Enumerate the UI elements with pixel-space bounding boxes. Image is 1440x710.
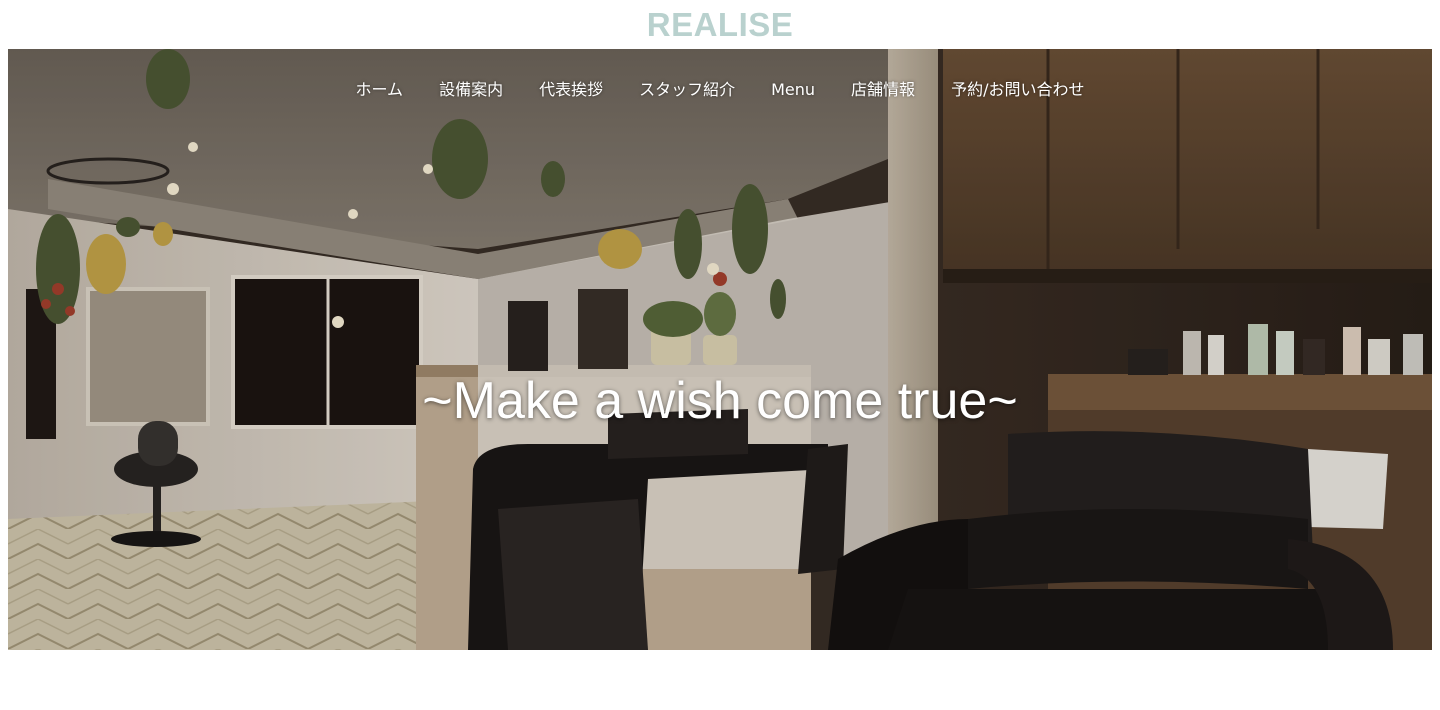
nav-item-home[interactable]: ホーム (338, 79, 422, 101)
global-nav: ホーム 設備案内 代表挨拶 スタッフ紹介 Menu 店舗情報 予約/お問い合わせ (8, 79, 1432, 101)
brand-logo[interactable]: REALISE (647, 8, 794, 41)
nav-item-greeting[interactable]: 代表挨拶 (521, 79, 621, 101)
nav-item-facilities[interactable]: 設備案内 (421, 79, 521, 101)
hero-tagline: ~Make a wish come true~ (422, 372, 1018, 430)
site-header: REALISE (0, 0, 1440, 49)
nav-item-staff[interactable]: スタッフ紹介 (621, 79, 753, 101)
nav-item-menu[interactable]: Menu (753, 79, 833, 101)
salon-interior-photo (8, 49, 1432, 650)
nav-item-shop-info[interactable]: 店舗情報 (833, 79, 933, 101)
nav-item-contact[interactable]: 予約/お問い合わせ (933, 79, 1102, 101)
hero-banner: ホーム 設備案内 代表挨拶 スタッフ紹介 Menu 店舗情報 予約/お問い合わせ… (8, 49, 1432, 650)
